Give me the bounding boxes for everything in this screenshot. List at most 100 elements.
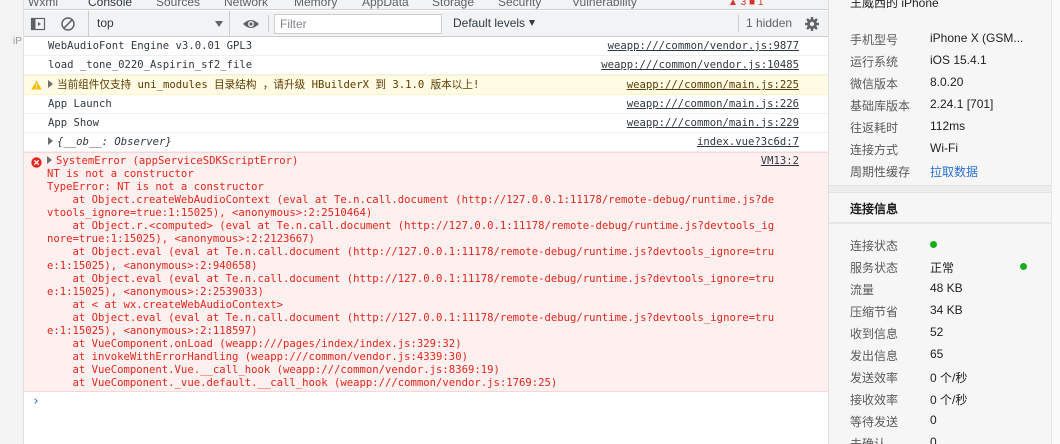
info-value: 8.0.20: [930, 75, 964, 89]
filter-input[interactable]: [274, 14, 442, 34]
conn-value: 65: [930, 347, 944, 361]
info-value: iOS 15.4.1: [930, 53, 987, 67]
tab-appdata[interactable]: AppData: [362, 0, 409, 9]
source-link[interactable]: index.vue?3c6d:7: [697, 133, 799, 152]
log-row: App Launch weapp:///common/main.js:226: [24, 95, 828, 114]
conn-value: 48 KB: [930, 281, 963, 295]
devtools-panel: Wxml Console Sources Network Memory AppD…: [24, 0, 828, 444]
clear-console-icon[interactable]: [60, 16, 76, 32]
error-title-line[interactable]: SystemError (appServiceSDKScriptError): [47, 155, 828, 168]
expand-triangle-icon[interactable]: [47, 156, 52, 165]
section-divider: [829, 185, 1060, 193]
stack-line[interactable]: at VueComponent._vue.default.__call_hook…: [47, 377, 828, 390]
tab-sources[interactable]: Sources: [156, 0, 200, 9]
warning-message: 当前组件仅支持 uni_modules 目录结构 ，请升级 HBuilderX …: [57, 79, 480, 92]
stack-line[interactable]: at VueComponent.Vue.__call_hook (weapp:/…: [47, 364, 828, 377]
info-key: 基础库版本: [850, 99, 911, 113]
caret-down-icon: [529, 20, 536, 26]
devtools-tabstrip: Wxml Console Sources Network Memory AppD…: [24, 0, 828, 10]
tab-memory[interactable]: Memory: [294, 0, 337, 9]
source-link[interactable]: weapp:///common/main.js:229: [627, 114, 799, 133]
conn-key: 压缩节省: [850, 305, 899, 319]
conn-key: 流量: [850, 283, 875, 297]
stack-line[interactable]: at Object.eval (eval at Te.n.call.docume…: [47, 273, 828, 286]
error-icon: [31, 157, 42, 168]
error-title: SystemError (appServiceSDKScriptError): [56, 155, 299, 168]
console-output: WebAudioFont Engine v3.0.01 GPL3 weapp:/…: [24, 37, 828, 414]
conn-key: 发出信息: [850, 349, 899, 363]
log-message: App Launch: [48, 97, 112, 110]
stack-line[interactable]: at invokeWithErrorHandling (weapp:///com…: [47, 351, 828, 364]
warning-icon: [31, 80, 42, 90]
tab-storage[interactable]: Storage: [432, 0, 474, 9]
source-link[interactable]: weapp:///common/vendor.js:9877: [608, 37, 799, 56]
connection-status-dot: [930, 241, 937, 248]
info-key: 连接方式: [850, 143, 899, 157]
connection-section-title: 连接信息: [850, 202, 899, 216]
stack-line[interactable]: e:1:15025), <anonymous>:2:118597): [47, 325, 828, 338]
toolbar-divider: [268, 15, 269, 32]
info-value: 2.24.1 [701]: [930, 97, 994, 111]
warning-row: 当前组件仅支持 uni_modules 目录结构 ，请升级 HBuilderX …: [24, 75, 828, 95]
source-link[interactable]: VM13:2: [761, 155, 799, 167]
stack-line[interactable]: at Object.createWebAudioContext (eval at…: [47, 194, 828, 207]
stack-line[interactable]: nore=true:1:15025), <anonymous>:2:212366…: [47, 233, 828, 246]
stack-line[interactable]: at VueComponent.onLoad (weapp:///pages/i…: [47, 338, 828, 351]
tab-security[interactable]: Security: [498, 0, 541, 9]
console-prompt[interactable]: ›: [24, 392, 828, 414]
tab-console[interactable]: Console: [88, 0, 132, 9]
expand-triangle-icon[interactable]: [48, 136, 53, 145]
sidebar-toggle-icon[interactable]: [30, 16, 46, 32]
conn-key: 接收效率: [850, 393, 899, 407]
tab-network[interactable]: Network: [224, 0, 268, 9]
background-editor-edge: [1051, 0, 1060, 444]
toolbar-divider: [738, 15, 739, 32]
device-name: 王威西的 iPhone: [850, 0, 939, 10]
stack-line: TypeError: NT is not a constructor: [47, 181, 264, 194]
source-link[interactable]: weapp:///common/main.js:225: [627, 76, 799, 95]
stack-line[interactable]: e:1:15025), <anonymous>:2:2539033): [47, 286, 828, 299]
section-divider: [829, 222, 1060, 224]
info-key: 手机型号: [850, 33, 899, 47]
device-info-panel: 王威西的 iPhone 手机型号 iPhone X (GSM... 运行系统 i…: [828, 0, 1060, 444]
expand-triangle-icon[interactable]: [48, 80, 53, 89]
service-status-dot: [1020, 263, 1027, 270]
log-levels-label: Default levels: [453, 16, 526, 30]
eye-icon[interactable]: [242, 16, 260, 32]
source-link[interactable]: weapp:///common/main.js:226: [627, 95, 799, 114]
info-key: 运行系统: [850, 55, 899, 69]
info-key: 往返耗时: [850, 121, 899, 135]
gear-icon[interactable]: [804, 16, 820, 32]
chevron-down-icon: [215, 21, 223, 27]
issues-badge[interactable]: ▲ 3 ■ 1: [728, 0, 763, 8]
object-preview: {__ob__: Observer}: [57, 135, 172, 148]
info-value: iPhone X (GSM...: [930, 31, 1024, 45]
stack-line[interactable]: e:1:15025), <anonymous>:2:940658): [47, 260, 828, 273]
conn-key: 收到信息: [850, 327, 899, 341]
log-message: App Show: [48, 116, 100, 129]
tab-vulnerability[interactable]: Vulnerability: [572, 0, 637, 9]
conn-key: 服务状态: [850, 261, 899, 275]
stack-line[interactable]: at Object.r.<computed> (eval at Te.n.cal…: [47, 220, 828, 233]
context-selector[interactable]: top: [88, 11, 230, 36]
stack-line[interactable]: at Object.eval (eval at Te.n.call.docume…: [47, 246, 828, 259]
gutter-label: iP: [13, 36, 22, 47]
pull-data-link[interactable]: 拉取数据: [930, 163, 978, 180]
log-levels-dropdown[interactable]: Default levels: [453, 11, 536, 36]
tab-wxml[interactable]: Wxml: [28, 0, 58, 9]
object-row[interactable]: {__ob__: Observer} index.vue?3c6d:7: [24, 133, 828, 153]
conn-value: 0: [930, 413, 937, 427]
stack-line[interactable]: vtools_ignore=true:1:15025), <anonymous>…: [47, 207, 828, 220]
conn-key: 发送效率: [850, 371, 899, 385]
info-key: 微信版本: [850, 77, 899, 91]
conn-value: 0: [930, 435, 937, 444]
host-gutter: iP: [0, 0, 24, 444]
log-row: App Show weapp:///common/main.js:229: [24, 114, 828, 133]
log-row: WebAudioFont Engine v3.0.01 GPL3 weapp:/…: [24, 37, 828, 57]
log-row: load _tone_0220_Aspirin_sf2_file weapp:/…: [24, 56, 828, 76]
source-link[interactable]: weapp:///common/vendor.js:10485: [601, 56, 799, 75]
stack-line[interactable]: at Object.eval (eval at Te.n.call.docume…: [47, 312, 828, 325]
conn-key: 未确认: [850, 437, 887, 444]
conn-value: 34 KB: [930, 303, 963, 317]
error-entry: SystemError (appServiceSDKScriptError) V…: [24, 152, 828, 392]
